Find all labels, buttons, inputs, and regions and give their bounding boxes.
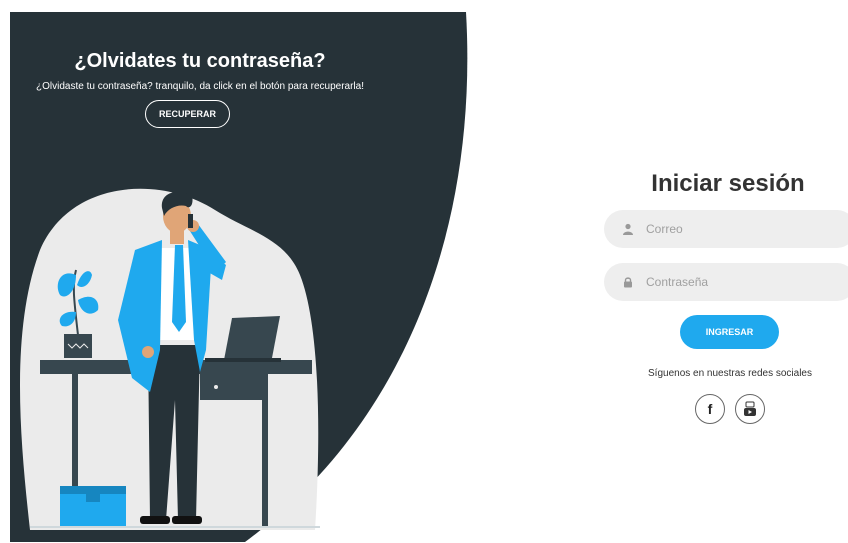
promo-title: ¿Olvidates tu contraseña? (74, 50, 326, 72)
email-input[interactable] (644, 221, 838, 237)
facebook-icon: f (707, 401, 713, 417)
lock-icon (624, 277, 632, 288)
user-icon (623, 223, 633, 235)
box (60, 486, 126, 528)
promo-subtitle: ¿Olvidaste tu contraseña? tranquilo, da … (36, 81, 364, 92)
login-title: Iniciar sesión (651, 170, 805, 197)
email-field[interactable] (604, 210, 848, 248)
youtube-icon (744, 401, 756, 416)
social-text: Síguenos en nuestras redes sociales (648, 368, 812, 379)
login-page: ¿Olvidates tu contraseña? ¿Olvidaste tu … (0, 0, 848, 543)
forgot-password-promo: ¿Olvidates tu contraseña? ¿Olvidaste tu … (10, 48, 390, 94)
login-button[interactable]: INGRESAR (680, 315, 779, 349)
youtube-button[interactable] (735, 394, 765, 424)
password-field[interactable] (604, 263, 848, 301)
password-input[interactable] (644, 274, 838, 290)
recover-button[interactable]: RECUPERAR (145, 100, 230, 128)
facebook-button[interactable]: f (695, 394, 725, 424)
